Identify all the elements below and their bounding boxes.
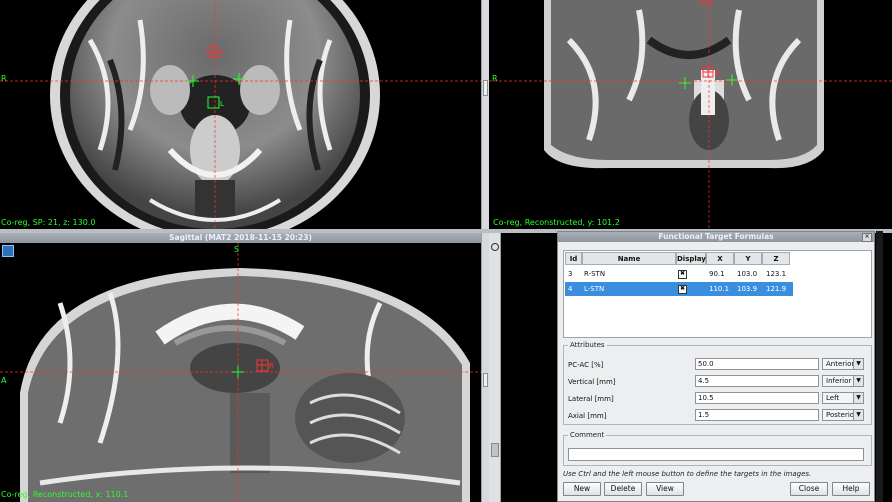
axial-label: Axial [mm] [568, 412, 607, 420]
sagittal-title: Sagittal (MAT2 2018-11-15 20:23) [169, 233, 312, 242]
row-x: 90.1 [709, 270, 725, 278]
close-button-label: Close [798, 484, 820, 493]
sagittal-scrollbar[interactable] [481, 233, 489, 502]
row-y: 103.0 [737, 270, 758, 278]
col-header-name[interactable]: Name [582, 252, 676, 265]
dialog-title: Functional Target Formulas [658, 232, 774, 241]
sagittal-top-marker: S [234, 245, 240, 254]
view-button[interactable]: View [646, 482, 684, 496]
pc-ac-direction-value: Anterior [826, 360, 855, 368]
pc-ac-input[interactable]: 50.0 [695, 358, 819, 370]
table-row-selected[interactable]: 4 L-STN ✖ 110.1 103.9 121.9 [565, 282, 793, 296]
axial-scrollbar[interactable] [481, 0, 489, 229]
help-button[interactable]: Help [832, 482, 870, 496]
lateral-direction-select[interactable]: Left ▼ [822, 392, 864, 404]
col-header-display[interactable]: Display [676, 252, 706, 265]
coronal-target-label: R [715, 70, 720, 78]
targets-table: Id Name Display X Y Z 3 R-STN ✖ 90.1 103… [563, 250, 872, 338]
row-z: 121.9 [766, 285, 787, 293]
coronal-view[interactable]: R R Co-reg, Reconstructed, y: 101.2 [489, 0, 892, 229]
row-z: 123.1 [766, 270, 787, 278]
axial-scroll-thumb[interactable] [483, 80, 488, 96]
comment-legend: Comment [570, 431, 605, 439]
axial-target-label-l: L [220, 100, 224, 108]
sagittal-target-label: R [269, 362, 274, 370]
delete-button-label: Delete [610, 484, 636, 493]
row-id: 4 [568, 285, 573, 293]
vertical-label: Vertical [mm] [568, 378, 616, 386]
lateral-direction-value: Left [826, 394, 840, 402]
sagittal-view[interactable]: R S A Co-reg, Reconstructed, x: 110.1 [0, 243, 481, 502]
axial-input[interactable]: 1.5 [695, 409, 819, 421]
pc-ac-direction-select[interactable]: Anterior ▼ [822, 358, 864, 370]
sagittal-mri-image [0, 243, 481, 502]
tool-strip-handle[interactable] [491, 443, 499, 457]
view-button-label: View [656, 484, 674, 493]
lateral-input[interactable]: 10.5 [695, 392, 819, 404]
col-header-z[interactable]: Z [762, 252, 790, 265]
sagittal-view-label: Co-reg, Reconstructed, x: 110.1 [1, 490, 129, 499]
pc-ac-label: PC-AC [%] [568, 361, 604, 369]
table-row[interactable]: 3 R-STN ✖ 90.1 103.0 123.1 [565, 267, 793, 281]
chevron-down-icon: ▼ [853, 376, 863, 386]
row-display-checkbox[interactable]: ✖ [678, 285, 687, 294]
functional-target-dialog: Functional Target Formulas × Id Name Dis… [557, 231, 875, 502]
new-button[interactable]: New [563, 482, 601, 496]
chevron-down-icon: ▼ [853, 393, 863, 403]
col-header-id[interactable]: Id [565, 252, 582, 265]
coronal-mri-image [489, 0, 892, 229]
axial-target-label-r: R [219, 49, 224, 57]
coronal-side-marker: R [492, 74, 498, 83]
axial-direction-select[interactable]: Posterior ▼ [822, 409, 864, 421]
vertical-direction-select[interactable]: Inferior ▼ [822, 375, 864, 387]
layout-toggle-icon[interactable] [2, 245, 14, 257]
coronal-view-label: Co-reg, Reconstructed, y: 101.2 [493, 218, 620, 227]
attributes-legend: Attributes [570, 341, 605, 349]
row-name: R-STN [584, 270, 606, 278]
row-x: 110.1 [709, 285, 730, 293]
row-id: 3 [568, 270, 573, 278]
row-display-checkbox[interactable]: ✖ [678, 270, 687, 279]
sagittal-scroll-thumb[interactable] [483, 373, 488, 387]
tool-strip [489, 233, 501, 502]
help-button-label: Help [842, 484, 860, 493]
vertical-direction-value: Inferior [826, 377, 852, 385]
new-button-label: New [573, 484, 591, 493]
dialog-titlebar: Functional Target Formulas × [558, 232, 874, 242]
zoom-icon[interactable] [491, 243, 499, 251]
axial-side-marker: R [1, 74, 7, 83]
delete-button[interactable]: Delete [604, 482, 642, 496]
targets-hint-text: Use Ctrl and the left mouse button to de… [563, 470, 812, 478]
right-edge-scrollbar[interactable] [876, 231, 883, 502]
axial-mri-image [0, 0, 481, 229]
col-header-x[interactable]: X [706, 252, 734, 265]
row-name: L-STN [584, 285, 605, 293]
sagittal-side-marker: A [1, 376, 7, 385]
vertical-input[interactable]: 4.5 [695, 375, 819, 387]
axial-view-label: Co-reg, SP: 21, z: 130.0 [1, 218, 96, 227]
dialog-close-icon[interactable]: × [862, 233, 872, 242]
comment-input[interactable] [568, 448, 864, 461]
close-button[interactable]: Close [790, 482, 828, 496]
row-y: 103.9 [737, 285, 758, 293]
lateral-label: Lateral [mm] [568, 395, 614, 403]
chevron-down-icon: ▼ [853, 359, 863, 369]
chevron-down-icon: ▼ [853, 410, 863, 420]
sagittal-titlebar: Sagittal (MAT2 2018-11-15 20:23) [0, 233, 481, 243]
col-header-y[interactable]: Y [734, 252, 762, 265]
axial-view[interactable]: R L R Co-reg, SP: 21, z: 130.0 [0, 0, 481, 229]
